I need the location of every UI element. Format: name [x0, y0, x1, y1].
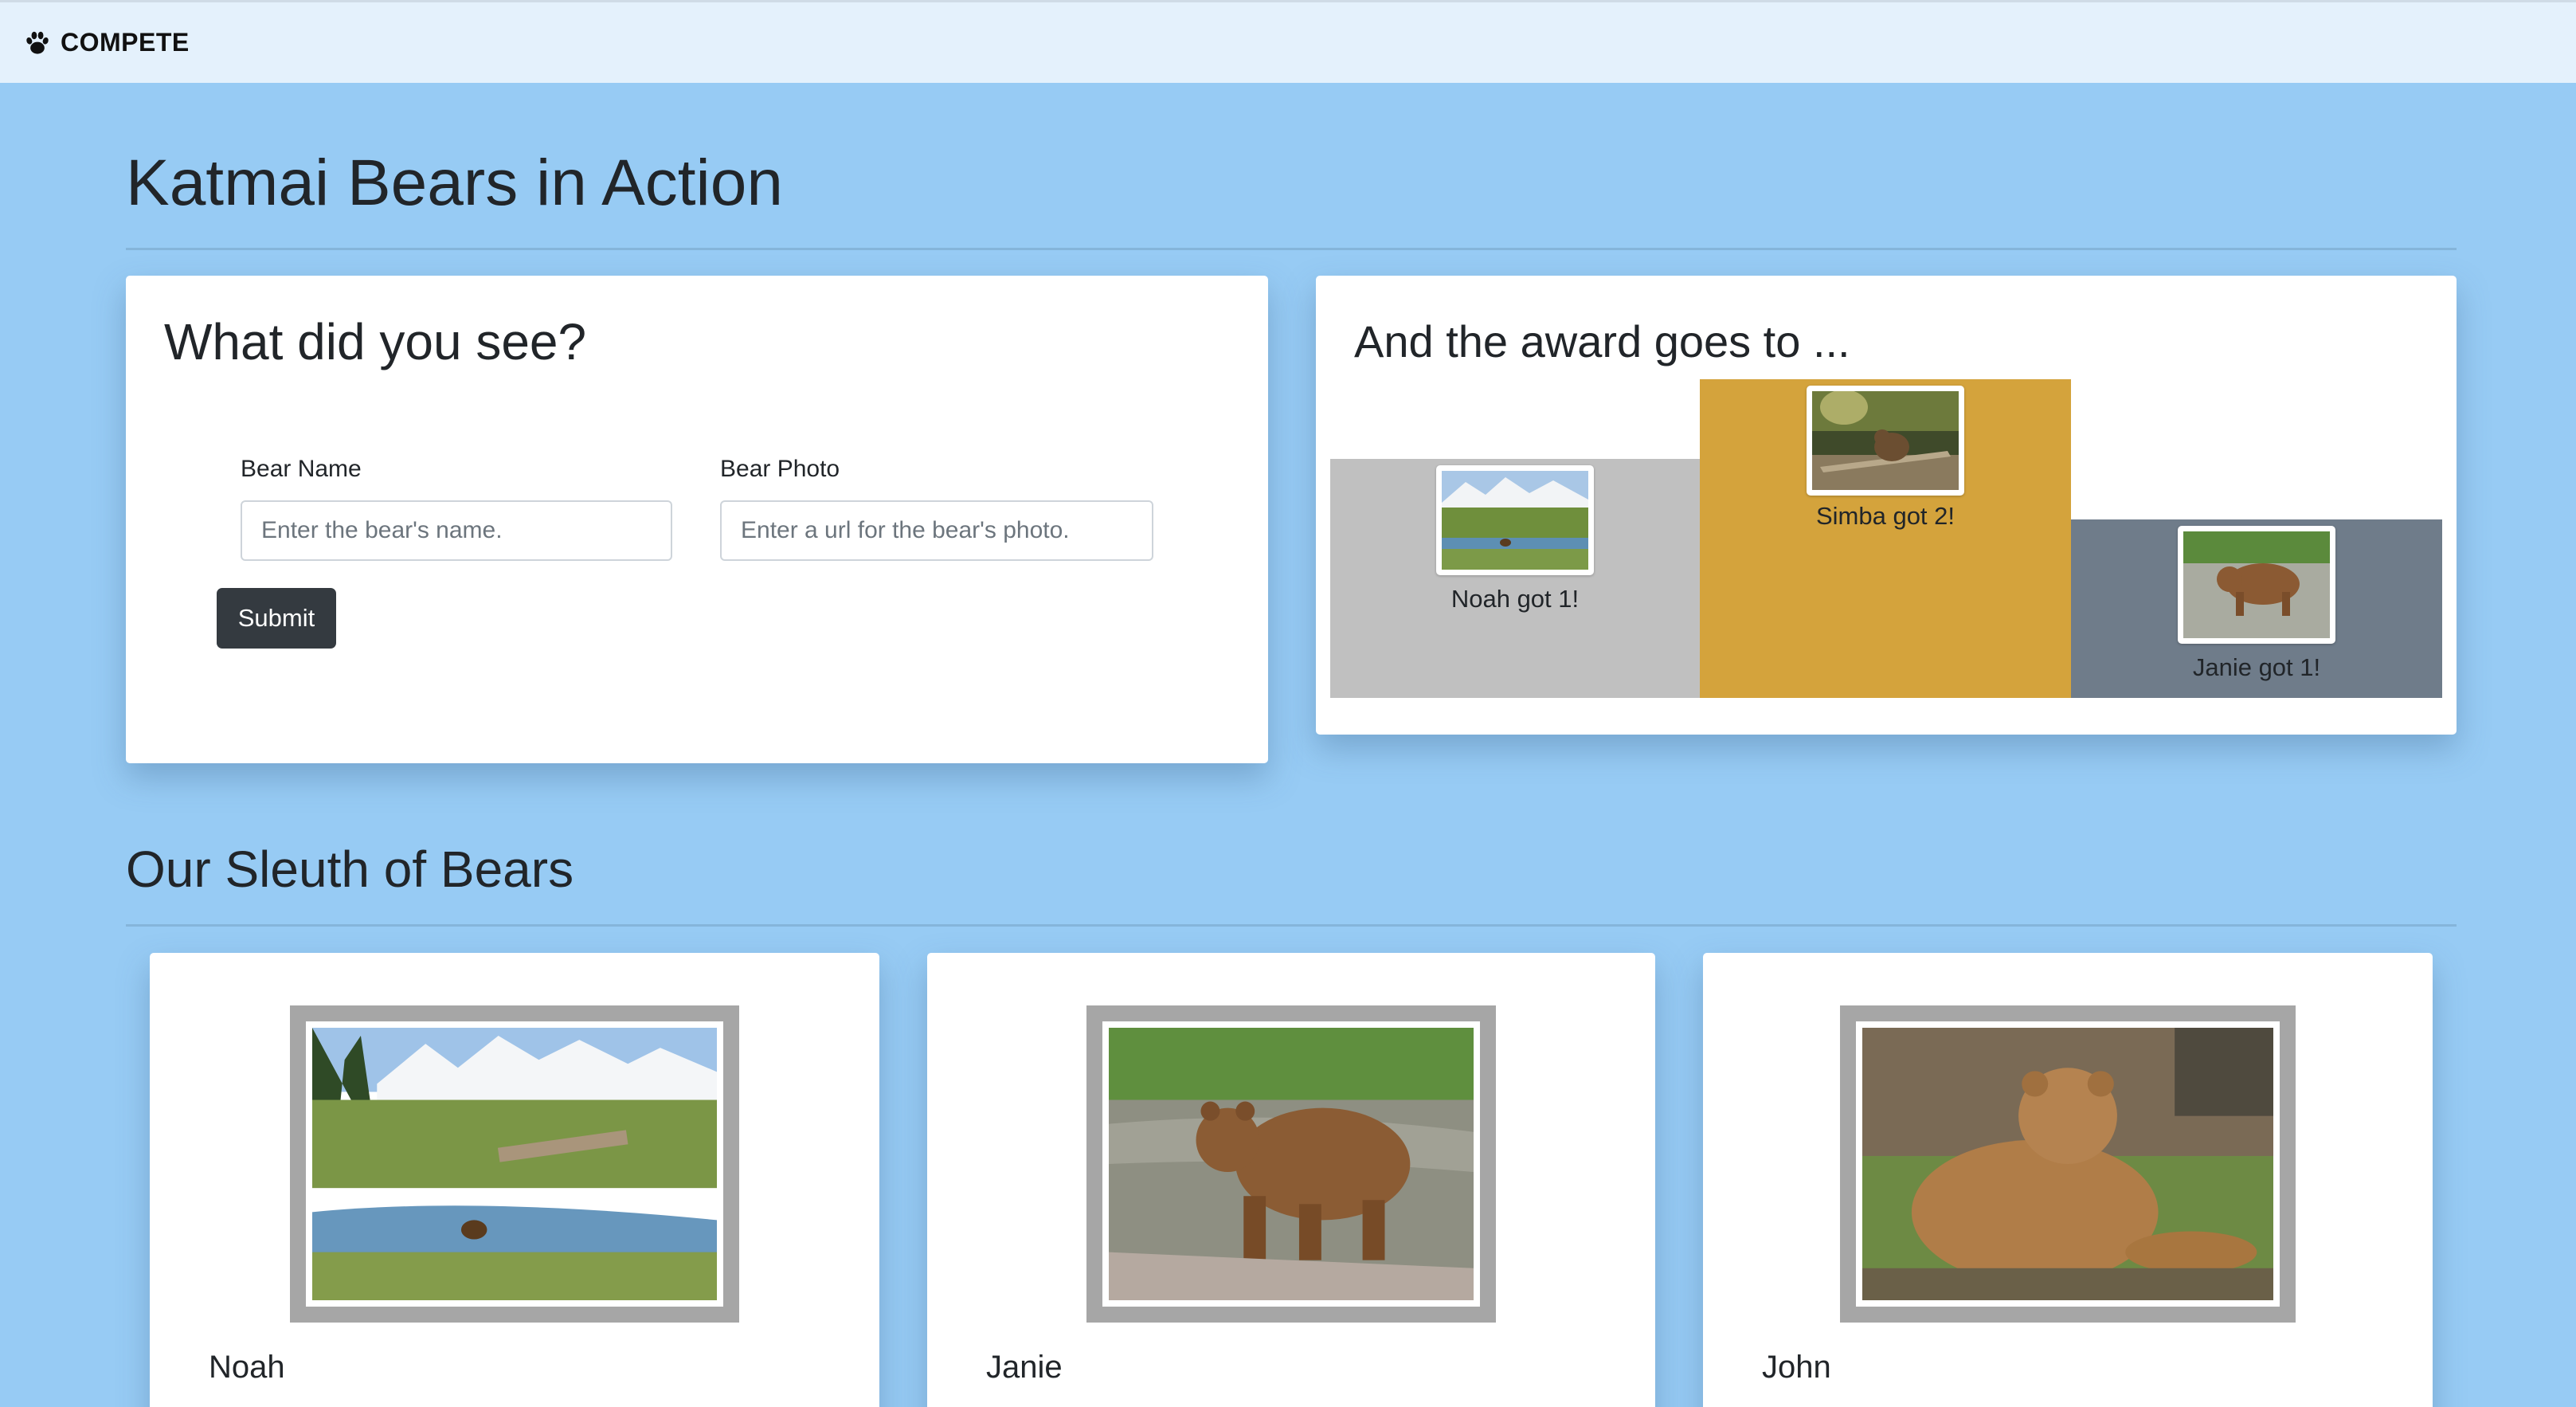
bear-photo	[312, 1028, 717, 1300]
title-divider	[126, 248, 2457, 250]
bear-name-input[interactable]	[241, 500, 672, 561]
section-divider	[126, 924, 2457, 927]
bear-photo-frame	[1086, 1005, 1496, 1323]
award-heading: And the award goes to ...	[1354, 316, 1850, 366]
bear-card: John	[1703, 953, 2433, 1407]
brand-link[interactable]: COMPETE	[24, 28, 190, 57]
podium-photo[interactable]	[1436, 465, 1594, 575]
bear-name: John	[1762, 1350, 1831, 1385]
podium-photo[interactable]	[1807, 386, 1964, 496]
submit-button[interactable]: Submit	[217, 588, 336, 649]
bear-photo-frame	[1840, 1005, 2296, 1323]
bear-card: Janie	[927, 953, 1655, 1407]
form-heading: What did you see?	[164, 313, 587, 370]
podium-second-place: Noah got 1!	[1330, 459, 1700, 698]
podium-caption: Noah got 1!	[1450, 585, 1580, 613]
podium-caption: Janie got 1!	[2192, 653, 2321, 681]
page: COMPETE Katmai Bears in Action What did …	[0, 0, 2576, 1407]
podium-third-place: Janie got 1!	[2071, 519, 2442, 698]
bear-photo-frame	[290, 1005, 739, 1323]
bear-photo-input[interactable]	[720, 500, 1153, 561]
bear-photo	[1109, 1028, 1474, 1300]
bear-name-label: Bear Name	[241, 456, 362, 482]
paw-icon	[26, 31, 49, 54]
bear-card: Noah	[150, 953, 879, 1407]
bear-photo-thumbnail	[1442, 471, 1588, 570]
bear-photo-thumbnail	[2183, 531, 2330, 638]
navbar: COMPETE	[0, 0, 2576, 83]
sighting-form-card: What did you see? Bear Name Bear Photo S…	[126, 276, 1268, 763]
brand-label: COMPETE	[61, 28, 190, 57]
podium-first-place: Simba got 2!	[1700, 379, 2071, 698]
podium-caption: Simba got 2!	[1815, 502, 1955, 530]
award-card: And the award goes to ... Noah got 1! Si…	[1316, 276, 2457, 735]
podium-photo[interactable]	[2178, 526, 2335, 644]
bear-name: Noah	[209, 1350, 285, 1385]
section-title: Our Sleuth of Bears	[126, 841, 574, 898]
page-title: Katmai Bears in Action	[126, 147, 783, 219]
bear-name: Janie	[986, 1350, 1063, 1385]
bear-photo-thumbnail	[1812, 391, 1959, 490]
bear-photo	[1862, 1028, 2273, 1300]
bear-photo-label: Bear Photo	[720, 456, 840, 482]
